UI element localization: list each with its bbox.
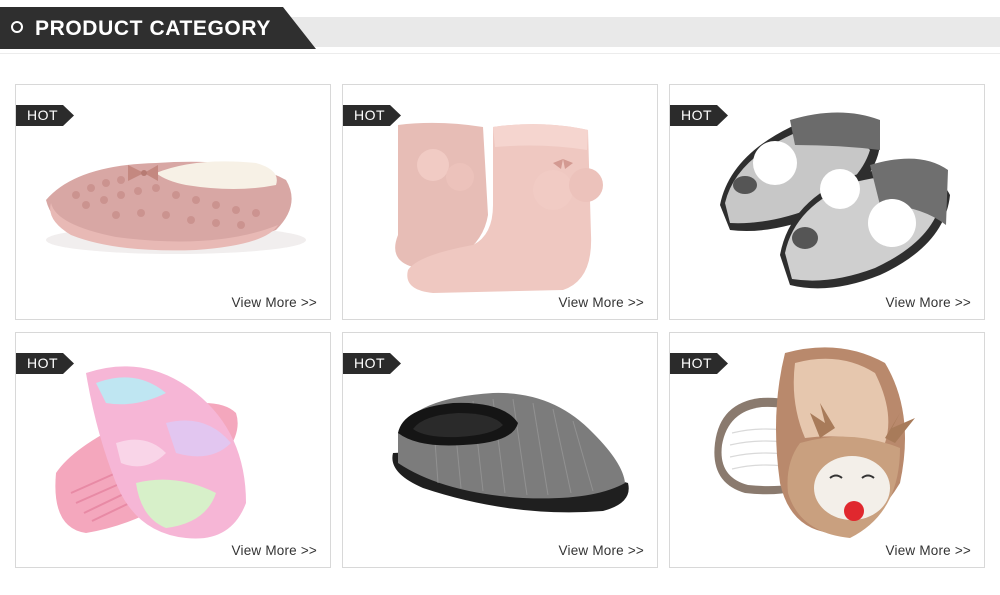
- section-title: PRODUCT CATEGORY: [35, 17, 271, 40]
- view-more-link[interactable]: View More >>: [559, 543, 644, 558]
- hot-badge: HOT: [16, 353, 74, 374]
- view-more-link[interactable]: View More >>: [232, 543, 317, 558]
- product-card[interactable]: HOT View More >>: [669, 84, 985, 320]
- divider: [0, 53, 1000, 54]
- hot-badge: HOT: [670, 105, 728, 126]
- hot-badge: HOT: [670, 353, 728, 374]
- hot-badge: HOT: [343, 105, 401, 126]
- product-card[interactable]: HOT View More >>: [342, 332, 658, 568]
- view-more-link[interactable]: View More >>: [559, 295, 644, 310]
- hot-badge: HOT: [343, 353, 401, 374]
- view-more-link[interactable]: View More >>: [232, 295, 317, 310]
- hot-badge: HOT: [16, 105, 74, 126]
- circle-icon: [11, 21, 23, 33]
- product-card[interactable]: HOT View More >>: [15, 332, 331, 568]
- view-more-link[interactable]: View More >>: [886, 543, 971, 558]
- section-header: PRODUCT CATEGORY: [0, 7, 1000, 49]
- product-card[interactable]: HOT View More >>: [342, 84, 658, 320]
- product-card[interactable]: HOT View More >>: [669, 332, 985, 568]
- product-card[interactable]: HOT View More >>: [15, 84, 331, 320]
- view-more-link[interactable]: View More >>: [886, 295, 971, 310]
